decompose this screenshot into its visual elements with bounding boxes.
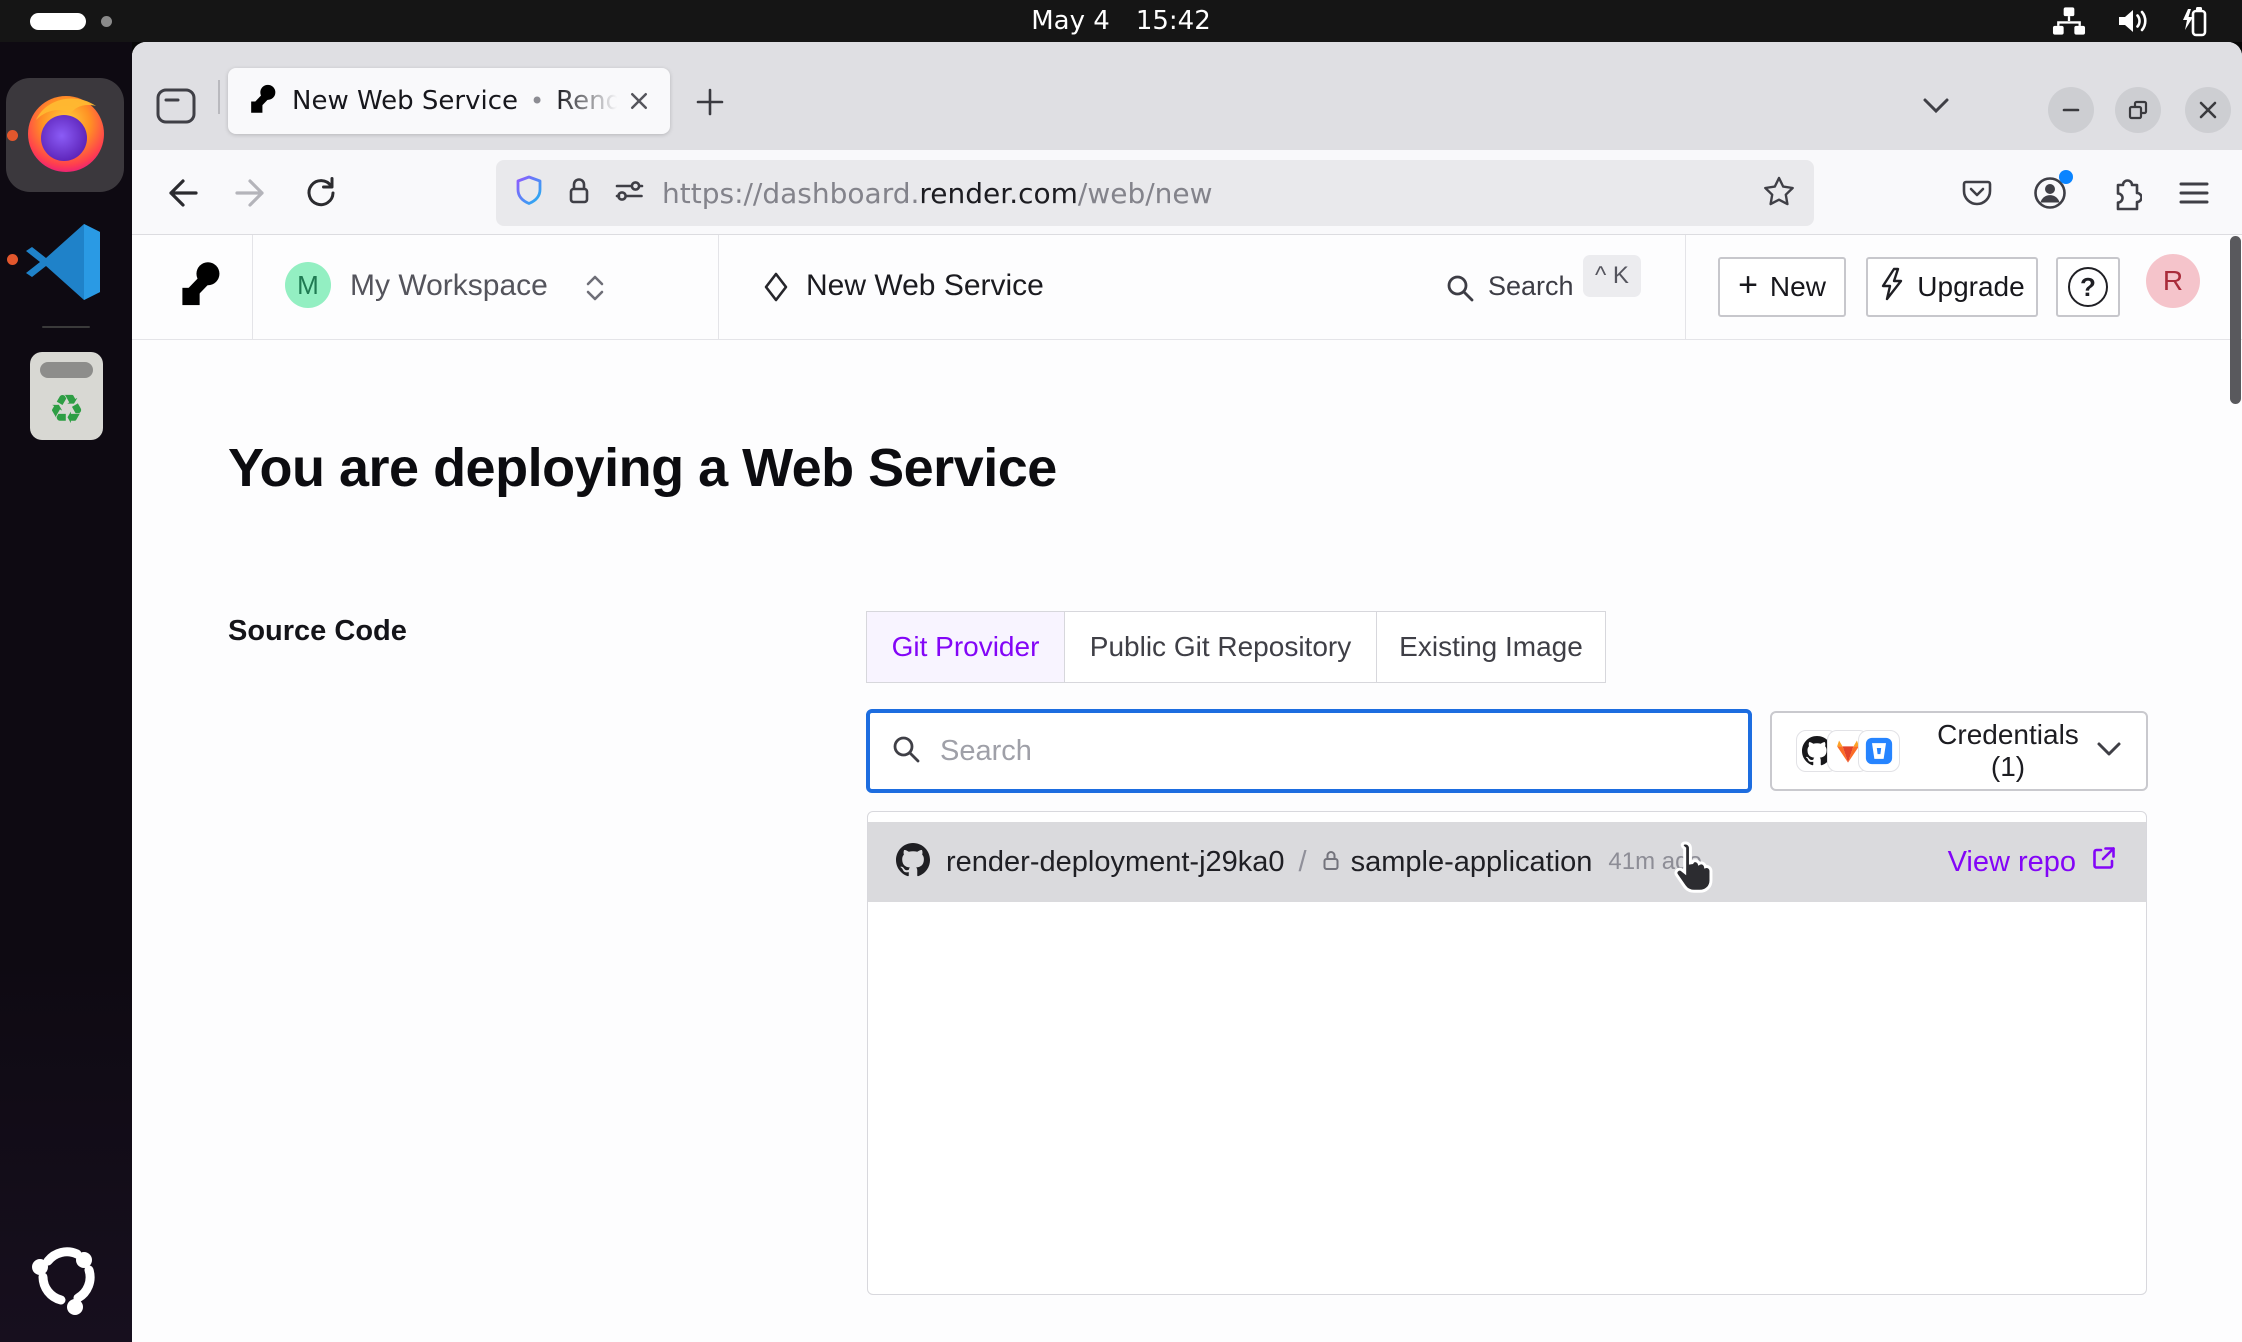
url-text: https://dashboard.render.com/web/new <box>662 177 1746 210</box>
credentials-dropdown[interactable]: Credentials (1) <box>1770 711 2148 791</box>
dock-vscode-running-dot <box>7 254 18 265</box>
bitbucket-icon <box>1858 730 1900 772</box>
tab-close-icon[interactable] <box>624 86 654 116</box>
screen: May 4 15:42 <box>0 0 2242 1342</box>
credential-provider-icons <box>1796 730 1900 772</box>
dock-firefox-running-dot <box>7 130 18 141</box>
dock-item-trash[interactable]: ♻ <box>30 352 103 440</box>
app-header: M My Workspace New Web Service Search ^ … <box>132 235 2242 340</box>
page-scrollbar-thumb[interactable] <box>2230 236 2241 404</box>
bookmark-star-icon[interactable] <box>1762 174 1796 212</box>
list-all-tabs-chevron-icon[interactable] <box>1914 88 1958 124</box>
upgrade-button[interactable]: Upgrade <box>1866 257 2038 317</box>
hamburger-menu-icon[interactable] <box>2176 175 2212 211</box>
chevron-down-icon <box>2096 740 2122 763</box>
repo-owner: render-deployment-j29ka0 <box>946 846 1285 879</box>
back-button[interactable] <box>165 175 201 211</box>
header-divider <box>718 235 719 339</box>
repo-list-panel: render-deployment-j29ka0 / sample-applic… <box>867 811 2147 1295</box>
private-repo-lock-icon <box>1321 849 1341 876</box>
dock-item-firefox[interactable] <box>22 86 110 183</box>
account-icon[interactable] <box>2032 175 2068 211</box>
repo-search-input[interactable] <box>940 735 1728 768</box>
header-divider <box>1685 235 1686 339</box>
credentials-label: Credentials (1) <box>1920 719 2096 783</box>
tab-favicon-render-logo <box>248 84 276 118</box>
system-top-bar: May 4 15:42 <box>0 0 2242 42</box>
search-icon <box>890 733 922 770</box>
lightning-icon <box>1879 267 1905 308</box>
header-divider <box>252 235 253 339</box>
firefox-view-button[interactable] <box>154 86 198 126</box>
window-minimize-button[interactable] <box>2048 87 2094 133</box>
tab-separator-line <box>218 80 220 114</box>
help-button[interactable]: ? <box>2056 257 2120 317</box>
source-code-label: Source Code <box>228 615 407 648</box>
workspace-selector-chevrons-icon[interactable] <box>584 273 606 308</box>
recycle-icon: ♻ <box>30 390 103 430</box>
navigation-toolbar: https://dashboard.render.com/web/new <box>132 150 2242 235</box>
repo-search-box <box>866 709 1752 793</box>
new-button[interactable]: + New <box>1718 257 1846 317</box>
page-title: You are deploying a Web Service <box>228 437 1057 499</box>
user-avatar[interactable]: R <box>2146 254 2200 308</box>
trash-lid <box>40 362 93 378</box>
repo-row[interactable]: render-deployment-j29ka0 / sample-applic… <box>868 822 2146 902</box>
header-search-label[interactable]: Search <box>1488 271 1574 302</box>
plus-icon: + <box>1738 266 1758 305</box>
extensions-puzzle-icon[interactable] <box>2106 175 2142 211</box>
forward-button[interactable] <box>232 175 268 211</box>
ubuntu-logo-icon[interactable] <box>26 1237 106 1322</box>
network-icon <box>2052 6 2086 36</box>
tab-strip: New Web Service • Rend <box>132 42 2242 150</box>
external-link-icon <box>2090 844 2118 880</box>
pocket-icon[interactable] <box>1959 175 1995 211</box>
header-search-icon[interactable] <box>1444 272 1476 309</box>
repo-separator: / <box>1299 846 1307 879</box>
repo-name: sample-application <box>1351 846 1593 879</box>
clock-date: May 4 <box>1031 6 1110 36</box>
connection-lock-icon[interactable] <box>562 174 596 212</box>
window-restore-button[interactable] <box>2115 87 2161 133</box>
workspace-avatar[interactable]: M <box>285 262 331 308</box>
workspace-name[interactable]: My Workspace <box>350 269 548 303</box>
account-notification-dot <box>2059 170 2073 184</box>
service-diamond-icon <box>762 271 790 308</box>
dock-item-vscode[interactable] <box>22 218 110 311</box>
source-type-tabs: Git Provider Public Git Repository Exist… <box>866 611 1606 683</box>
permissions-sliders-icon[interactable] <box>612 174 646 212</box>
view-repo-link[interactable]: View repo <box>1948 844 2118 880</box>
system-tray[interactable] <box>2052 0 2212 42</box>
battery-charging-icon <box>2180 5 2212 37</box>
tracking-protection-shield-icon[interactable] <box>512 174 546 212</box>
tab-title: New Web Service <box>292 86 518 116</box>
render-dashboard-page: M My Workspace New Web Service Search ^ … <box>132 235 2242 1342</box>
tab-public-git-repository[interactable]: Public Git Repository <box>1064 612 1376 682</box>
tab-git-provider[interactable]: Git Provider <box>867 612 1064 682</box>
github-icon <box>896 843 930 882</box>
repo-updated-time: 41m ago <box>1608 848 1947 876</box>
volume-icon <box>2116 6 2150 36</box>
search-keyboard-shortcut: ^ K <box>1583 255 1641 297</box>
clock-time: 15:42 <box>1136 6 1211 36</box>
breadcrumb: New Web Service <box>806 269 1044 303</box>
url-bar[interactable]: https://dashboard.render.com/web/new <box>496 160 1814 226</box>
tab-title-suffix: Rend <box>556 86 624 116</box>
render-logo[interactable] <box>178 261 220 312</box>
active-tab[interactable]: New Web Service • Rend <box>228 68 670 134</box>
mouse-cursor-pointer <box>1665 839 1717 904</box>
question-mark-icon: ? <box>2068 267 2108 307</box>
clock[interactable]: May 4 15:42 <box>0 0 2242 42</box>
tab-existing-image[interactable]: Existing Image <box>1376 612 1605 682</box>
tab-title-dot: • <box>530 87 544 115</box>
firefox-window: New Web Service • Rend <box>132 42 2242 1342</box>
window-close-button[interactable] <box>2185 87 2231 133</box>
reload-button[interactable] <box>302 175 338 211</box>
new-tab-button[interactable] <box>688 82 732 122</box>
dock-divider <box>42 326 90 328</box>
dock: ♻ <box>0 42 132 1342</box>
